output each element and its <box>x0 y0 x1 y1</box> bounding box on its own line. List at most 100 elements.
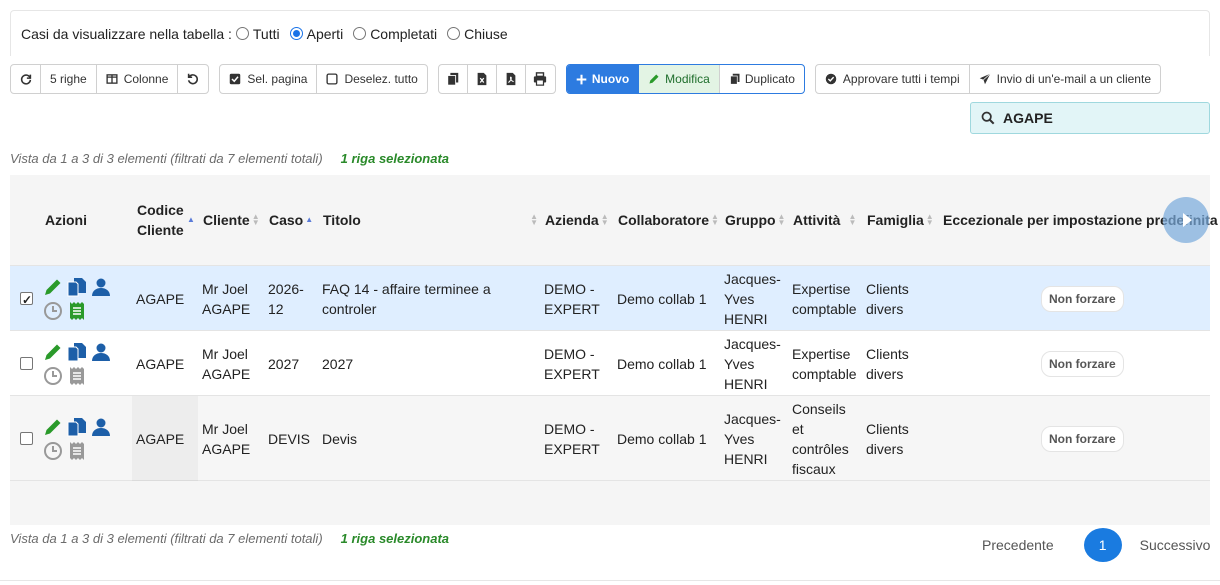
sort-icon: ▲ ▼ <box>777 212 786 227</box>
refresh-button[interactable] <box>11 65 41 93</box>
edit-button[interactable]: Modifica <box>639 65 720 93</box>
radio-aperti[interactable] <box>289 27 303 40</box>
header-collaboratore[interactable]: Collaboratore ▲ ▼ <box>618 175 719 265</box>
cell-gruppo: Jacques-Yves HENRI <box>724 270 781 327</box>
duplicate-icon <box>729 73 740 85</box>
cell-cliente: Mr Joel AGAPE <box>202 345 251 382</box>
document-icon[interactable] <box>67 342 87 362</box>
duplicate-button[interactable]: Duplicato <box>720 65 804 93</box>
cell-titolo: FAQ 14 - affaire terminee a controler <box>322 280 491 317</box>
header-attivita[interactable]: Attività ▲ ▼ <box>793 175 856 265</box>
filter-option-chiuse[interactable]: Chiuse <box>447 26 508 42</box>
receipt-icon[interactable] <box>67 301 87 321</box>
header-titolo[interactable]: Titolo ▲ ▼ <box>323 175 538 265</box>
clock-icon[interactable] <box>43 301 63 321</box>
edit-icon[interactable] <box>43 342 63 362</box>
cell-famiglia: Clients divers <box>866 280 909 317</box>
paper-plane-icon <box>979 73 991 85</box>
record-button-group: Nuovo Modifica Duplicato <box>565 64 805 94</box>
copy-icon <box>447 72 459 86</box>
rows-per-page-button[interactable]: 5 righe <box>41 65 97 93</box>
edit-icon[interactable] <box>43 277 63 297</box>
copy-button[interactable] <box>439 65 468 93</box>
header-codice-cliente[interactable]: Codice Cliente ▲ <box>137 175 197 265</box>
header-famiglia[interactable]: Famiglia ▲ ▼ <box>867 175 934 265</box>
columns-button[interactable]: Colonne <box>97 65 179 93</box>
cell-famiglia: Clients divers <box>866 345 909 382</box>
cell-attivita: Expertise comptable <box>792 280 857 317</box>
table-footer-spacer <box>10 480 1210 525</box>
header-gruppo[interactable]: Gruppo ▲ ▼ <box>725 175 785 265</box>
clock-icon[interactable] <box>43 366 63 386</box>
action-button-group: Approvare tutti i tempi Invio di un'e-ma… <box>814 64 1161 94</box>
excel-export-button[interactable] <box>468 65 497 93</box>
search-input[interactable] <box>1003 110 1193 126</box>
deselect-all-button[interactable]: Deselez. tutto <box>317 65 426 93</box>
table-row[interactable]: AGAPE Mr Joel AGAPE DEVIS Devis DEMO - E… <box>10 395 1210 480</box>
table-row[interactable]: AGAPE Mr Joel AGAPE 2026-12 FAQ 14 - aff… <box>10 265 1210 330</box>
cell-gruppo: Jacques-Yves HENRI <box>724 410 781 467</box>
edit-icon[interactable] <box>43 417 63 437</box>
cell-collaboratore: Demo collab 1 <box>617 290 707 307</box>
sort-icon: ▲ <box>187 215 195 224</box>
user-icon[interactable] <box>91 277 111 297</box>
sort-icon: ▲ ▼ <box>530 212 538 227</box>
print-icon <box>534 72 547 86</box>
table-toolbar: 5 righe Colonne Sel. pagina Deselez. tut… <box>10 64 1171 94</box>
clock-icon[interactable] <box>43 441 63 461</box>
send-email-button[interactable]: Invio di un'e-mail a un cliente <box>970 65 1160 93</box>
scroll-right-button[interactable] <box>1163 197 1209 243</box>
table-row[interactable]: AGAPE Mr Joel AGAPE 2027 2027 DEMO - EXP… <box>10 330 1210 395</box>
radio-tutti[interactable] <box>235 27 249 40</box>
selected-count: 1 riga selezionata <box>340 151 450 166</box>
empty-square-icon <box>326 73 339 85</box>
search-box[interactable] <box>970 102 1210 134</box>
prev-page-button[interactable]: Precedente <box>982 537 1054 553</box>
user-icon[interactable] <box>91 417 111 437</box>
row-actions <box>43 331 115 396</box>
radio-chiuse[interactable] <box>447 27 461 40</box>
cell-codice: AGAPE <box>132 396 198 481</box>
page-1-button[interactable]: 1 <box>1083 528 1122 562</box>
filter-option-completati[interactable]: Completati <box>353 26 437 42</box>
cell-caso: 2026-12 <box>268 280 304 317</box>
refresh-icon <box>20 74 31 85</box>
reset-button[interactable] <box>178 65 208 93</box>
pdf-export-button[interactable] <box>497 65 526 93</box>
cell-azienda: DEMO - EXPERT <box>544 420 600 457</box>
filter-option-aperti[interactable]: Aperti <box>289 26 343 42</box>
receipt-icon[interactable] <box>67 366 87 386</box>
checkbox[interactable] <box>20 432 33 445</box>
status-badge: Non forzare <box>1041 425 1124 452</box>
filter-option-tutti[interactable]: Tutti <box>235 26 280 42</box>
header-azienda[interactable]: Azienda ▲ ▼ <box>545 175 609 265</box>
columns-icon <box>106 74 118 84</box>
row-checkbox[interactable] <box>20 331 33 396</box>
sort-icon: ▲ ▼ <box>711 212 719 227</box>
row-checkbox[interactable] <box>20 396 33 481</box>
approve-all-times-button[interactable]: Approvare tutti i tempi <box>816 65 970 93</box>
checkbox[interactable] <box>20 357 33 370</box>
document-icon[interactable] <box>67 417 87 437</box>
cell-gruppo: Jacques-Yves HENRI <box>724 335 781 392</box>
search-icon <box>981 111 995 125</box>
document-icon[interactable] <box>67 277 87 297</box>
header-caso[interactable]: Caso ▲ <box>269 175 313 265</box>
select-page-button[interactable]: Sel. pagina <box>220 65 318 93</box>
row-checkbox[interactable] <box>20 266 33 331</box>
sort-icon: ▲ ▼ <box>251 212 260 227</box>
plus-icon <box>576 74 587 84</box>
cell-attivita: Expertise comptable <box>792 345 857 382</box>
new-button[interactable]: Nuovo <box>566 65 640 93</box>
sort-icon: ▲ ▼ <box>600 212 609 227</box>
user-icon[interactable] <box>91 342 111 362</box>
receipt-icon[interactable] <box>67 441 87 461</box>
checkbox[interactable] <box>20 290 33 310</box>
print-button[interactable] <box>526 65 555 93</box>
filter-label: Casi da visualizzare nella tabella : <box>21 25 232 42</box>
next-page-button[interactable]: Successivo <box>1140 537 1211 553</box>
header-cliente[interactable]: Cliente ▲ ▼ <box>203 175 260 265</box>
radio-completati[interactable] <box>353 27 367 40</box>
status-badge: Non forzare <box>1041 350 1124 377</box>
cell-caso: DEVIS <box>268 430 311 447</box>
